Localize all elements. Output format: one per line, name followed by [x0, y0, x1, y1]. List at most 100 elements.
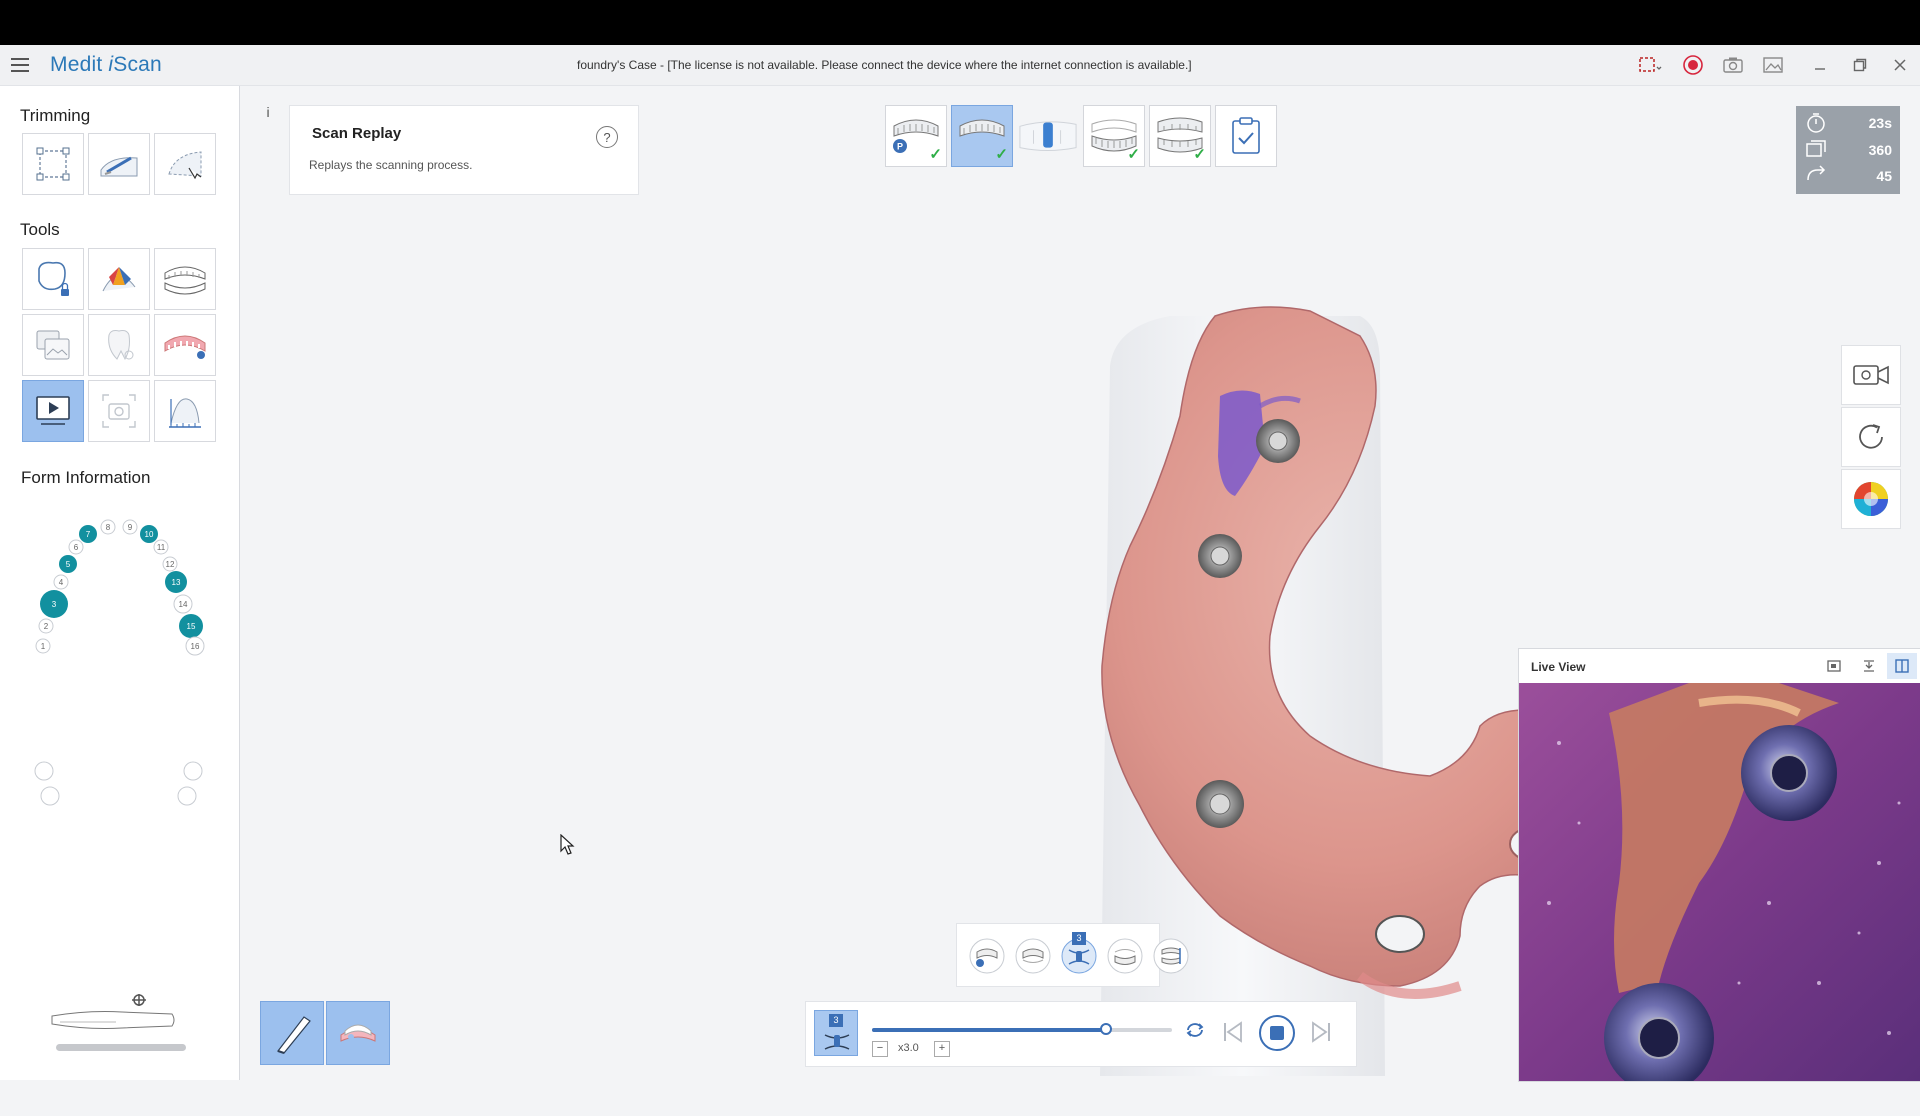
scan-time-value: 23s — [1868, 115, 1892, 131]
group-scanbody-option[interactable]: 3 — [1061, 932, 1097, 974]
help-icon[interactable]: ? — [596, 126, 618, 148]
form-information-title: Form Information — [21, 468, 151, 487]
collapse-icon[interactable] — [1861, 658, 1877, 674]
screen-record-region-icon[interactable] — [1637, 52, 1663, 78]
speed-increase-button[interactable]: + — [934, 1041, 950, 1057]
group-upper-prep-icon[interactable] — [969, 938, 1005, 974]
select-trim-tool-button[interactable] — [22, 133, 84, 195]
scanbody-icon — [1019, 121, 1077, 151]
timer-icon — [1807, 113, 1825, 133]
group-occlusion-icon[interactable] — [1153, 938, 1189, 974]
playback-progress-thumb[interactable] — [1100, 1023, 1112, 1035]
model-teeth-icon — [340, 1024, 376, 1042]
split-view-icon — [1895, 659, 1909, 673]
capture-tool-button[interactable] — [88, 380, 150, 442]
scanner-mode-button[interactable] — [260, 1001, 324, 1065]
tooth-chart[interactable]: 1 2 3 4 5 6 7 8 9 10 11 12 13 14 15 16 — [18, 504, 218, 814]
restore-window-icon[interactable] — [1847, 52, 1873, 78]
tooth-label-4: 4 — [59, 578, 64, 587]
skip-to-start-icon[interactable] — [1220, 1019, 1246, 1045]
scan-stats-panel: 23s 360 45 — [1796, 106, 1900, 194]
left-sidebar: Trimming Tools Form Information 1 2 3 4 … — [0, 86, 240, 1080]
reset-view-button[interactable] — [1841, 407, 1901, 467]
tooth-label-16: 16 — [191, 642, 200, 651]
scan-group-selector: 3 — [956, 923, 1189, 987]
stage-review-button[interactable] — [1215, 105, 1277, 167]
stage-lower-jaw-button[interactable]: ✓ — [1083, 105, 1145, 167]
live-camera-feed — [1519, 683, 1920, 1081]
brush-trim-tool-button[interactable] — [88, 133, 150, 195]
tooth-label-5: 5 — [66, 560, 71, 569]
stop-playback-icon[interactable] — [1258, 1014, 1296, 1052]
video-capture-button[interactable] — [1841, 345, 1901, 405]
filter-color-tool-button[interactable] — [88, 248, 150, 310]
color-map-button[interactable] — [1841, 469, 1901, 529]
scan-stage-bar: P ✓ ✓ ✓ ✓ — [885, 105, 1277, 167]
scan-frames-value: 360 — [1868, 142, 1892, 158]
live-view-title: Live View — [1531, 660, 1586, 674]
group-upper-icon[interactable] — [1015, 938, 1051, 974]
speed-decrease-button[interactable]: − — [872, 1041, 888, 1057]
title-bar: Medit iScan foundry's Case - [The licens… — [0, 45, 1920, 86]
playback-speed-label: x3.0 — [898, 1042, 919, 1054]
stage-occlusion-button[interactable]: ✓ — [1149, 105, 1211, 167]
stage-upper-jaw-button[interactable]: ✓ — [951, 105, 1013, 167]
skip-to-end-icon[interactable] — [1308, 1019, 1334, 1045]
group-lower-icon[interactable] — [1107, 938, 1143, 974]
measure-tool-button[interactable] — [154, 380, 216, 442]
jaw-arch-icon — [164, 266, 206, 295]
tools-grid — [22, 248, 216, 442]
info-card-description: Replays the scanning process. — [309, 158, 473, 172]
brush-trim-icon — [100, 156, 138, 177]
screenshot-camera-icon[interactable] — [1720, 52, 1746, 78]
gingiva-arch-icon — [164, 335, 206, 359]
close-window-icon[interactable] — [1887, 52, 1913, 78]
scan-viewport[interactable]: i Scan Replay Replays the scanning proce… — [240, 86, 1920, 1082]
lower-arch — [34, 761, 203, 806]
tooth-label-2: 2 — [44, 622, 49, 631]
upper-arch: 1 2 3 4 5 6 7 8 9 10 11 12 13 14 15 16 — [35, 519, 205, 656]
tools-section-title: Tools — [20, 220, 60, 239]
tooth-label-13: 13 — [172, 578, 181, 587]
pin-window-icon[interactable] — [1826, 658, 1842, 674]
layer-tool-button[interactable] — [22, 314, 84, 376]
scan-replay-info-card: Scan Replay Replays the scanning process… — [289, 105, 639, 195]
stage-scanbody-button[interactable] — [1017, 105, 1079, 167]
minimize-icon[interactable] — [1807, 52, 1833, 78]
mouse-cursor-icon — [560, 834, 575, 855]
info-card-title: Scan Replay — [312, 125, 402, 142]
tooth-label-1: 1 — [41, 642, 46, 651]
info-icon[interactable]: i — [258, 102, 278, 122]
playback-group-button[interactable]: 3 — [814, 1010, 858, 1056]
stage-upper-prep-button[interactable]: P ✓ — [885, 105, 947, 167]
intraoral-scanner-icon — [51, 994, 186, 1051]
live-view-panel: Live View — [1518, 648, 1920, 1082]
capture-camera-icon — [102, 394, 136, 428]
tooth-label-12: 12 — [166, 560, 175, 569]
tooth-mesh-tool-button[interactable] — [88, 314, 150, 376]
tooth-lock-icon — [38, 261, 69, 296]
hamburger-menu-icon[interactable] — [11, 54, 29, 76]
loop-icon[interactable] — [1184, 1019, 1206, 1041]
stage-complete-check-icon: ✓ — [1127, 146, 1140, 163]
lasso-trim-tool-button[interactable] — [154, 133, 216, 195]
gallery-image-icon[interactable] — [1760, 52, 1786, 78]
occlusion-tool-button[interactable] — [154, 248, 216, 310]
mesh-hole — [1375, 915, 1425, 953]
record-button-icon[interactable] — [1680, 52, 1706, 78]
replay-play-icon — [36, 396, 70, 425]
scanner-illustration — [48, 992, 198, 1062]
split-view-button[interactable] — [1887, 653, 1917, 679]
live-view-header: Live View — [1519, 649, 1920, 684]
tooth-disabled-icon — [108, 330, 134, 361]
lasso-trim-icon — [168, 151, 202, 180]
gingiva-tool-button[interactable] — [154, 314, 216, 376]
tooth-label-8: 8 — [106, 523, 111, 532]
lock-tooth-tool-button[interactable] — [22, 248, 84, 310]
playback-progress-track[interactable] — [872, 1023, 1172, 1035]
scan-replay-tool-button[interactable] — [22, 380, 84, 442]
color-filter-icon — [102, 267, 136, 292]
tooth-label-7: 7 — [86, 530, 91, 539]
model-view-mode-button[interactable] — [326, 1001, 390, 1065]
stage-complete-check-icon: ✓ — [1193, 146, 1206, 163]
